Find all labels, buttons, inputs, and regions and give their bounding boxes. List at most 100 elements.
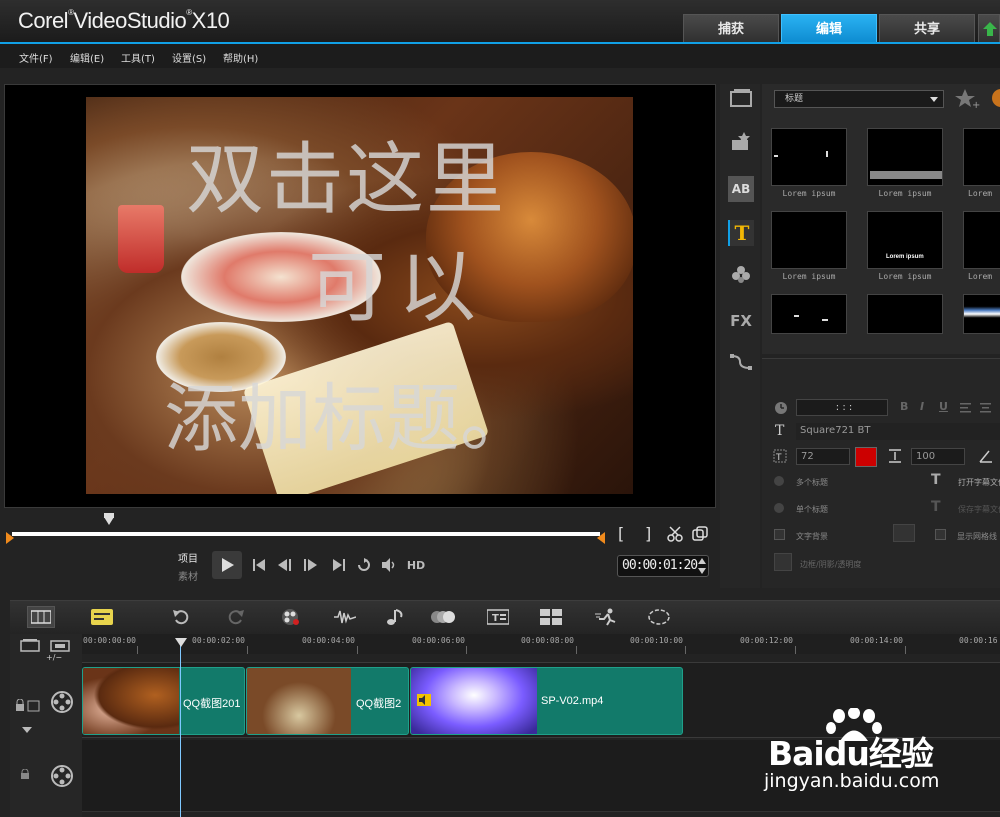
save-subtitle-icon[interactable]: T (931, 499, 941, 515)
subtitle-editor-button[interactable]: T (485, 606, 511, 628)
title-icon[interactable]: T (728, 220, 754, 246)
project-mode-label[interactable]: 项目 (178, 550, 198, 565)
text-background-checkbox[interactable] (774, 529, 785, 540)
open-subtitle-label[interactable]: 打开字幕文件 (958, 477, 1000, 488)
storyboard-view-button[interactable] (27, 606, 55, 628)
mark-out-button[interactable]: ] (645, 524, 651, 543)
repeat-button[interactable] (355, 552, 373, 578)
multi-camera-button[interactable] (538, 606, 564, 628)
title-thumbnail[interactable] (963, 211, 1000, 269)
video-clip[interactable]: QQ截图2 (246, 667, 409, 735)
enlarge-preview-icon[interactable] (692, 526, 708, 542)
timeline-view-button[interactable] (88, 606, 116, 628)
timecode-field[interactable]: 00:00:01:20 (617, 555, 709, 577)
redo-button[interactable] (223, 606, 249, 628)
video-clip[interactable]: SP-V02.mp4 (410, 667, 683, 735)
multi-title-radio[interactable] (774, 476, 784, 486)
font-color-swatch[interactable] (855, 447, 877, 467)
bold-button[interactable]: B (900, 400, 908, 413)
transition-icon[interactable]: AB (728, 176, 754, 202)
font-size-field[interactable]: 72 (796, 448, 850, 465)
title-thumbnail[interactable] (771, 211, 847, 269)
collapse-track-icon[interactable] (22, 727, 32, 735)
scrub-bar[interactable] (12, 532, 600, 536)
track-lock-icon[interactable] (16, 699, 40, 713)
title-thumbnail[interactable] (867, 128, 943, 186)
video-clip[interactable]: QQ截图201 (82, 667, 245, 735)
rotation-angle-icon[interactable] (979, 449, 993, 463)
title-overlay-line-3[interactable]: 添加标题。 (164, 359, 534, 466)
auto-music-button[interactable] (383, 606, 409, 628)
track-manager-icon[interactable] (20, 639, 40, 653)
previous-frame-button[interactable] (276, 552, 294, 578)
scrubber-handle[interactable] (104, 513, 114, 525)
path-icon[interactable] (728, 352, 754, 378)
title-thumbnail[interactable]: Lorem ipsum (867, 211, 943, 269)
clock-icon (775, 402, 787, 414)
title-overlay-line-2[interactable]: 可以 (308, 225, 488, 337)
timeline-playhead[interactable] (180, 638, 181, 817)
alignment-icon[interactable] (960, 402, 1000, 414)
fx-filter-icon[interactable]: FX (728, 308, 754, 334)
tab-share[interactable]: 共享 (879, 14, 975, 43)
go-to-end-button[interactable] (330, 552, 348, 578)
trim-end-marker[interactable] (597, 532, 605, 544)
duration-field[interactable]: : : : (796, 399, 888, 416)
title-overlay-line-1[interactable]: 双击这里 (186, 117, 506, 229)
record-capture-button[interactable] (278, 606, 304, 628)
menu-tools[interactable]: 工具(T) (121, 50, 155, 65)
go-to-start-button[interactable] (250, 552, 268, 578)
background-settings-button[interactable] (893, 524, 915, 542)
show-grid-checkbox[interactable] (935, 529, 946, 540)
font-icon: T (775, 423, 785, 439)
open-subtitle-icon[interactable]: T (931, 472, 941, 488)
menu-edit[interactable]: 编辑(E) (70, 50, 104, 65)
time-remapping-button[interactable] (594, 606, 620, 628)
title-thumbnail[interactable] (771, 128, 847, 186)
preview-window[interactable]: 双击这里 可以 添加标题。 (4, 84, 716, 508)
title-thumbnail[interactable] (867, 294, 943, 334)
undo-button[interactable] (168, 606, 194, 628)
overlay-lock-icon[interactable] (20, 769, 30, 779)
menu-file[interactable]: 文件(F) (19, 50, 53, 65)
ruler-tick (466, 646, 467, 654)
library-category-dropdown[interactable]: 标题 (774, 90, 944, 108)
tab-capture[interactable]: 捕获 (683, 14, 779, 43)
media-icon[interactable] (728, 88, 754, 114)
fit-project-button[interactable] (646, 606, 672, 628)
trim-start-marker[interactable] (6, 532, 14, 544)
title-thumbnail[interactable] (963, 294, 1000, 334)
menu-help[interactable]: 帮助(H) (223, 50, 258, 65)
menu-settings[interactable]: 设置(S) (172, 50, 206, 65)
preview-image[interactable]: 双击这里 可以 添加标题。 (86, 97, 633, 494)
graphics-icon[interactable] (728, 264, 754, 290)
italic-button[interactable]: I (920, 400, 924, 413)
mark-in-button[interactable]: [ (618, 524, 624, 543)
ruler-label: 00:00:14:00 (850, 636, 903, 645)
underline-button[interactable]: U (939, 400, 948, 413)
volume-button[interactable] (380, 552, 400, 578)
clip-mode-label[interactable]: 素材 (178, 568, 198, 583)
title-thumbnail[interactable] (963, 128, 1000, 186)
next-frame-button[interactable] (302, 552, 320, 578)
hd-toggle[interactable]: HD (405, 552, 427, 578)
border-shadow-button[interactable] (774, 553, 792, 571)
save-subtitle-label[interactable]: 保存字幕文件 (958, 504, 1000, 515)
timeline-playhead-handle[interactable] (175, 638, 187, 647)
tab-edit[interactable]: 编辑 (781, 14, 877, 43)
motion-tracking-button[interactable] (430, 606, 456, 628)
upgrade-button[interactable] (978, 14, 1000, 43)
sound-mixer-button[interactable] (332, 606, 358, 628)
line-spacing-field[interactable]: 100 (911, 448, 965, 465)
add-remove-track-button[interactable]: +/− (46, 653, 62, 662)
play-button[interactable] (212, 551, 242, 579)
title-thumbnail[interactable] (771, 294, 847, 334)
timecode-spinner-icon[interactable] (698, 557, 706, 575)
instant-project-icon[interactable] (728, 132, 754, 158)
single-title-radio[interactable] (774, 503, 784, 513)
font-field[interactable]: Square721 BT (796, 423, 1000, 440)
chapter-point-icon[interactable] (50, 639, 70, 653)
border-shadow-label[interactable]: 边框/阴影/透明度 (800, 559, 861, 570)
scissors-icon[interactable] (667, 526, 683, 542)
add-to-library-icon[interactable]: + (955, 88, 981, 110)
